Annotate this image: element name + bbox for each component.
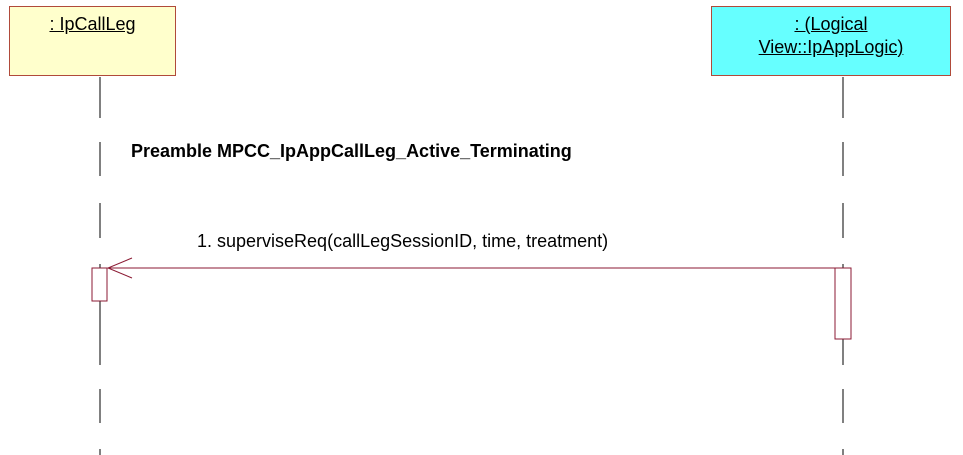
sequence-diagram: : IpCallLeg : (Logical View::IpAppLogic)…	[0, 0, 963, 455]
participant-label-line2: View::IpAppLogic)	[758, 37, 904, 57]
participant-label-line1: : IpCallLeg	[49, 14, 136, 34]
preamble-note: Preamble MPCC_IpAppCallLeg_Active_Termin…	[131, 141, 572, 161]
activation-bar-ipcallleg	[91, 267, 108, 302]
participant-ipcallleg: : IpCallLeg	[9, 6, 176, 76]
participant-label-line1: : (Logical	[794, 14, 868, 34]
activation-bar-ipapplogic	[834, 267, 852, 340]
message-label-1: 1. superviseReq(callLegSessionID, time, …	[197, 231, 609, 251]
participant-ipapplogic: : (Logical View::IpAppLogic)	[711, 6, 951, 76]
message-arrow-1	[106, 257, 835, 279]
